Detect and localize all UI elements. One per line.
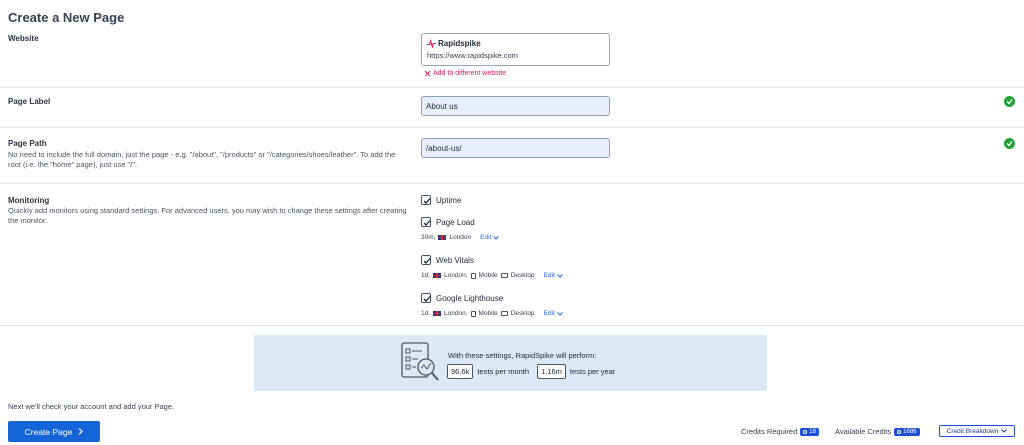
tests-per-month-value: 96.6k: [447, 364, 474, 379]
google-lighthouse-label: Google Lighthouse: [436, 293, 504, 303]
page-load-interval: 30m,: [421, 234, 436, 241]
credits-required: Credits Required 18: [741, 427, 819, 436]
monitoring-description: Quickly add monitors using standard sett…: [8, 206, 407, 225]
monitor-uptime[interactable]: Uptime: [421, 195, 461, 205]
uk-flag-icon: [433, 311, 442, 316]
tests-per-year-value: 1.16m: [537, 364, 566, 379]
web-vitals-edit-link[interactable]: Edit: [544, 272, 563, 279]
page-load-checkbox[interactable]: [421, 217, 431, 227]
lighthouse-edit-link[interactable]: Edit: [544, 310, 563, 317]
available-credits-badge: 1686: [894, 427, 920, 436]
desktop-icon: [500, 311, 508, 316]
page-label-label: Page Label: [8, 97, 51, 106]
edit-label: Edit: [480, 234, 492, 241]
monitoring-label: Monitoring: [8, 196, 50, 205]
lighthouse-location: London,: [444, 310, 468, 317]
summary-figures: 96.6k tests per month 1.16m tests per ye…: [447, 364, 615, 379]
page-path-input[interactable]: [421, 138, 610, 158]
report-magnifier-icon: [401, 342, 439, 381]
summary-text: With these settings, RapidSpike will per…: [448, 351, 597, 360]
create-page-button[interactable]: Create Page: [8, 421, 100, 442]
chevron-down-icon: [1001, 429, 1008, 433]
credits-required-label: Credits Required: [741, 427, 798, 436]
chevron-down-icon: [556, 273, 563, 278]
monitor-google-lighthouse[interactable]: Google Lighthouse: [421, 293, 503, 303]
rapidspike-logo-icon: [427, 39, 436, 48]
next-steps-note: Next we'll check your account and add yo…: [8, 402, 175, 411]
web-vitals-interval: 1d,: [421, 272, 431, 279]
add-different-website-link[interactable]: Add to different website: [424, 70, 506, 77]
chevron-down-icon: [556, 311, 563, 316]
chevron-down-icon: [493, 235, 500, 240]
web-vitals-label: Web Vitals: [436, 255, 474, 265]
monitor-page-load[interactable]: Page Load: [421, 217, 475, 227]
page-title: Create a New Page: [8, 10, 125, 25]
chevron-right-icon: [78, 428, 84, 435]
available-credits: Available Credits 1686: [835, 427, 920, 436]
credit-breakdown-label: Credit Breakdown: [946, 427, 999, 435]
page-load-edit-link[interactable]: Edit: [480, 234, 500, 241]
page-path-valid-icon: [1004, 138, 1015, 149]
page-label-input[interactable]: [421, 96, 610, 116]
tests-per-month-label: tests per month: [477, 367, 530, 376]
coin-icon: [897, 429, 902, 434]
lighthouse-desktop: Desktop: [510, 310, 535, 317]
monitor-web-vitals[interactable]: Web Vitals: [421, 255, 474, 265]
page-label-valid-icon: [1004, 96, 1015, 107]
available-credits-value: 1686: [903, 428, 917, 435]
mobile-icon: [470, 272, 476, 279]
add-different-label: Add to different website: [433, 70, 507, 77]
web-vitals-location: London,: [444, 272, 468, 279]
tests-per-year-label: tests per year: [569, 367, 616, 376]
page-load-location: London: [449, 234, 472, 241]
website-label: Website: [8, 34, 39, 43]
credits-required-value: 18: [809, 428, 816, 435]
mobile-icon: [470, 310, 476, 317]
lighthouse-mobile: Mobile: [478, 310, 498, 317]
desktop-icon: [500, 273, 508, 278]
edit-label: Edit: [543, 310, 555, 317]
uk-flag-icon: [438, 235, 447, 240]
credits-required-badge: 18: [800, 427, 819, 436]
close-icon: [424, 70, 431, 77]
test-summary-panel: With these settings, RapidSpike will per…: [254, 335, 767, 391]
monitoring-section: Monitoring Quickly add monitors using st…: [0, 184, 1024, 326]
edit-label: Edit: [543, 272, 555, 279]
create-page-label: Create Page: [24, 426, 73, 437]
page-load-label: Page Load: [436, 217, 475, 227]
website-card: Rapidspike https://www.rapidspike.com: [421, 33, 610, 66]
web-vitals-settings: 1d, London, Mobile Desktop Edit: [421, 272, 563, 279]
web-vitals-desktop: Desktop: [510, 272, 535, 279]
page-load-settings: 30m, London Edit: [421, 234, 500, 241]
google-lighthouse-checkbox[interactable]: [421, 293, 431, 303]
uptime-label: Uptime: [436, 195, 462, 205]
lighthouse-interval: 1d,: [421, 310, 431, 317]
available-credits-label: Available Credits: [835, 427, 892, 436]
uk-flag-icon: [433, 273, 442, 278]
website-name: Rapidspike: [438, 39, 481, 48]
credit-breakdown-button[interactable]: Credit Breakdown: [939, 425, 1015, 437]
google-lighthouse-settings: 1d, London, Mobile Desktop Edit: [421, 310, 563, 317]
page-path-label: Page Path: [8, 139, 47, 148]
uptime-checkbox[interactable]: [421, 195, 431, 205]
web-vitals-mobile: Mobile: [478, 272, 498, 279]
page-path-description: No need to include the full domain, just…: [8, 150, 396, 169]
website-url: https://www.rapidspike.com: [427, 51, 518, 60]
coin-icon: [803, 429, 808, 434]
web-vitals-checkbox[interactable]: [421, 255, 431, 265]
